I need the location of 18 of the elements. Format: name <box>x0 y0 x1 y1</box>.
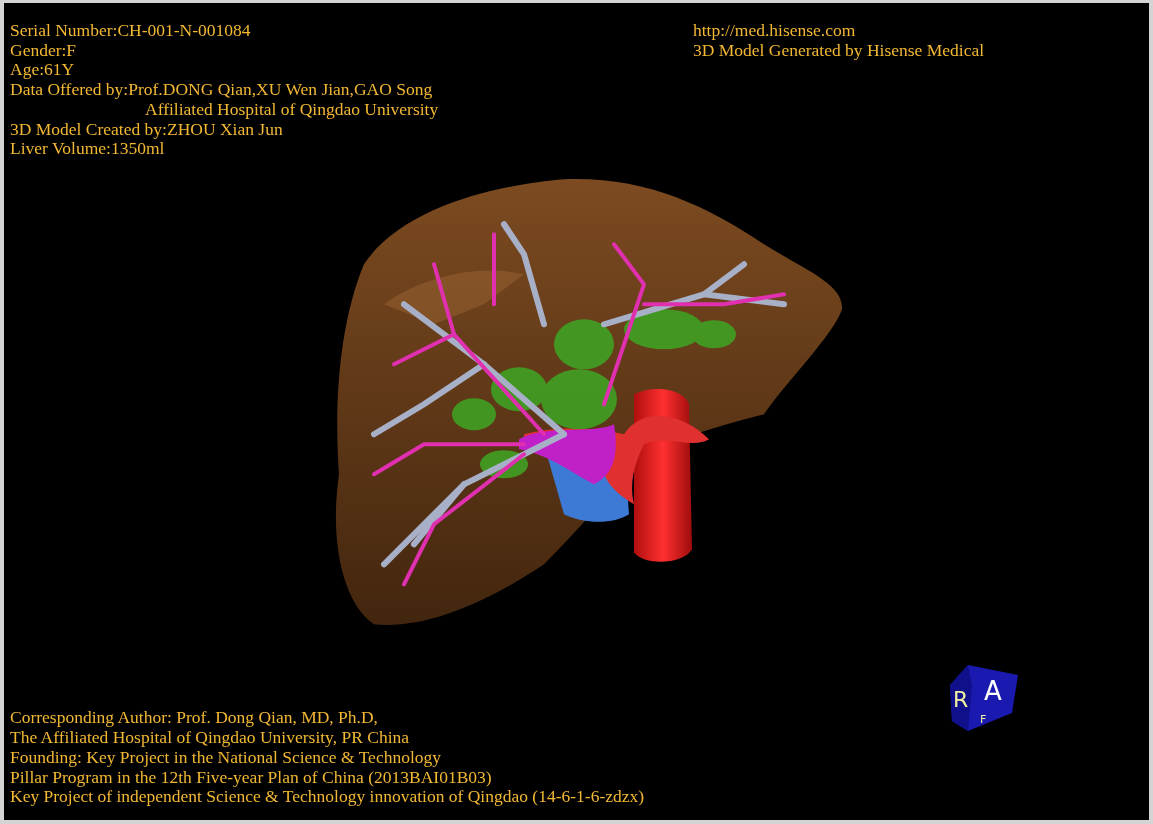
credit-text: Pillar Program in the 12th Five-year Plan of China (2013BAI01B03) <box>10 767 492 788</box>
credit-text: Corresponding Author: Prof. Dong Qian, MD, Ph.D, <box>10 708 378 729</box>
info-text: Liver Volume:1350ml <box>10 139 165 159</box>
info-text: http://med.hisense.com <box>693 21 856 41</box>
info-text: 3D Model Generated by Hisense Medical <box>693 40 985 61</box>
info-text: Age:61Y <box>10 60 75 81</box>
info-text: Affiliated Hospital of Qingdao University <box>145 99 439 120</box>
info-text: Serial Number:CH-001-N-001084 <box>10 21 251 41</box>
credit-text: Founding: Key Project in the National Science & Technology <box>10 747 441 768</box>
info-text: Gender:F <box>10 40 77 61</box>
credit-text: Key Project of independent Science & Technology innovation of Qingdao (14-6-1-6-zdzx) <box>10 787 645 807</box>
credit-text: The Affiliated Hospital of Qingdao University, PR China <box>10 728 410 748</box>
info-text: 3D Model Created by:ZHOU Xian Jun <box>10 119 283 140</box>
info-text: Data Offered by:Prof.DONG Qian,XU Wen Jian,GAO Song <box>10 80 433 100</box>
cube-face-label: F <box>980 713 987 726</box>
cube-face-label: A <box>984 676 1002 706</box>
orientation-cube[interactable] <box>950 665 1018 731</box>
cube-face-label: R <box>953 687 969 712</box>
